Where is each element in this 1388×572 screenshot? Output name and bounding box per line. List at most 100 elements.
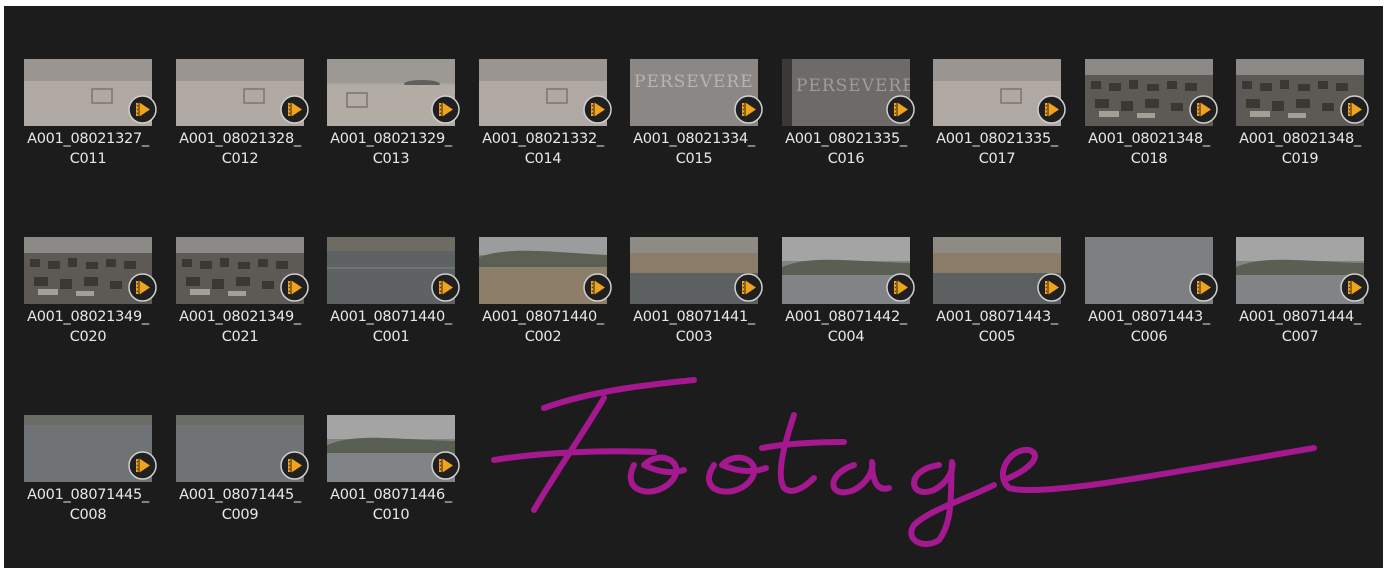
video-play-icon — [280, 95, 309, 124]
file-name-line1: A001_08021328_ — [179, 131, 301, 147]
file-name-line1: A001_08071441_ — [633, 309, 755, 325]
file-name-line2: C009 — [221, 507, 259, 523]
file-name-line1: A001_08021334_ — [633, 131, 755, 147]
file-name-label: A001_08021349_ C021 — [164, 307, 316, 347]
file-name-line2: C011 — [69, 151, 107, 167]
file-name-line2: C021 — [221, 329, 259, 345]
video-play-icon — [886, 95, 915, 124]
video-play-icon — [431, 95, 460, 124]
file-name-line2: C017 — [978, 151, 1016, 167]
file-name-line2: C013 — [372, 151, 410, 167]
file-name-label: A001_08021327_ C011 — [12, 129, 164, 169]
file-name-line1: A001_08021335_ — [936, 131, 1058, 147]
file-name-line2: C020 — [69, 329, 107, 345]
file-name-line2: C005 — [978, 329, 1016, 345]
file-item[interactable]: A001_08071445_ C009 — [176, 415, 309, 525]
svg-text:PERSEVERE: PERSEVERE — [634, 72, 754, 92]
file-item[interactable]: A001_08071441_ C003 — [630, 237, 763, 347]
file-item[interactable]: A001_08021329_ C013 — [327, 59, 460, 169]
video-play-icon — [128, 451, 157, 480]
video-play-icon — [734, 95, 763, 124]
video-play-icon — [128, 273, 157, 302]
file-item[interactable]: A001_08021348_ C019 — [1236, 59, 1369, 169]
file-item[interactable]: A001_08071446_ C010 — [327, 415, 460, 525]
file-name-line1: A001_08021349_ — [179, 309, 301, 325]
file-name-line1: A001_08071440_ — [330, 309, 452, 325]
video-play-icon — [1340, 95, 1369, 124]
file-item[interactable]: A001_08021332_ C014 — [479, 59, 612, 169]
file-name-line2: C003 — [675, 329, 713, 345]
file-name-line1: A001_08021348_ — [1088, 131, 1210, 147]
file-name-line2: C010 — [372, 507, 410, 523]
file-name-label: A001_08071442_ C004 — [770, 307, 922, 347]
file-item[interactable]: A001_08071444_ C007 — [1236, 237, 1369, 347]
file-item[interactable]: A001_08021349_ C021 — [176, 237, 309, 347]
file-name-line1: A001_08021327_ — [27, 131, 149, 147]
file-name-label: A001_08021335_ C016 — [770, 129, 922, 169]
file-item[interactable]: A001_08071440_ C002 — [479, 237, 612, 347]
video-play-icon — [583, 95, 612, 124]
file-item[interactable]: PERSEVERE A001_08021335_ C016 — [782, 59, 915, 169]
file-item[interactable]: A001_08021328_ C012 — [176, 59, 309, 169]
file-name-line2: C008 — [69, 507, 107, 523]
file-name-label: A001_08071440_ C001 — [315, 307, 467, 347]
video-play-icon — [583, 273, 612, 302]
file-name-line1: A001_08021329_ — [330, 131, 452, 147]
file-name-line2: C001 — [372, 329, 410, 345]
video-play-icon — [280, 451, 309, 480]
file-name-label: A001_08021335_ C017 — [921, 129, 1073, 169]
file-item[interactable]: A001_08071443_ C005 — [933, 237, 1066, 347]
file-name-label: A001_08071443_ C006 — [1073, 307, 1225, 347]
file-name-line1: A001_08021349_ — [27, 309, 149, 325]
file-name-line1: A001_08071446_ — [330, 487, 452, 503]
file-item[interactable]: A001_08071442_ C004 — [782, 237, 915, 347]
file-name-label: A001_08071440_ C002 — [467, 307, 619, 347]
file-name-line1: A001_08071443_ — [936, 309, 1058, 325]
video-play-icon — [1189, 95, 1218, 124]
file-name-line2: C019 — [1281, 151, 1319, 167]
file-item[interactable]: A001_08021349_ C020 — [24, 237, 157, 347]
signature-handwriting — [491, 377, 1317, 547]
file-item[interactable]: A001_08071440_ C001 — [327, 237, 460, 347]
file-name-line1: A001_08071443_ — [1088, 309, 1210, 325]
video-play-icon — [431, 273, 460, 302]
video-play-icon — [886, 273, 915, 302]
file-item[interactable]: PERSEVERE A001_08021334_ C015 — [630, 59, 763, 169]
file-name-label: A001_08021348_ C018 — [1073, 129, 1225, 169]
file-name-label: A001_08071444_ C007 — [1224, 307, 1376, 347]
video-play-icon — [431, 451, 460, 480]
video-play-icon — [1189, 273, 1218, 302]
file-item[interactable]: A001_08071445_ C008 — [24, 415, 157, 525]
file-name-line2: C014 — [524, 151, 562, 167]
file-name-line1: A001_08071444_ — [1239, 309, 1361, 325]
file-name-line2: C018 — [1130, 151, 1168, 167]
file-item[interactable]: A001_08021335_ C017 — [933, 59, 1066, 169]
video-play-icon — [734, 273, 763, 302]
file-item[interactable]: A001_08021327_ C011 — [24, 59, 157, 169]
file-name-line2: C016 — [827, 151, 865, 167]
file-name-label: A001_08021334_ C015 — [618, 129, 770, 169]
file-name-label: A001_08071445_ C009 — [164, 485, 316, 525]
file-name-line1: A001_08021332_ — [482, 131, 604, 147]
file-name-label: A001_08021348_ C019 — [1224, 129, 1376, 169]
file-name-label: A001_08071441_ C003 — [618, 307, 770, 347]
file-name-line2: C015 — [675, 151, 713, 167]
file-name-line2: C002 — [524, 329, 562, 345]
file-name-label: A001_08021332_ C014 — [467, 129, 619, 169]
file-item[interactable]: A001_08021348_ C018 — [1085, 59, 1218, 169]
file-name-label: A001_08021329_ C013 — [315, 129, 467, 169]
file-item[interactable]: A001_08071443_ C006 — [1085, 237, 1218, 347]
file-name-label: A001_08021328_ C012 — [164, 129, 316, 169]
file-name-label: A001_08021349_ C020 — [12, 307, 164, 347]
video-play-icon — [280, 273, 309, 302]
video-play-icon — [128, 95, 157, 124]
video-play-icon — [1037, 95, 1066, 124]
file-name-label: A001_08071445_ C008 — [12, 485, 164, 525]
file-name-line1: A001_08071445_ — [179, 487, 301, 503]
file-name-line1: A001_08071445_ — [27, 487, 149, 503]
file-name-line2: C007 — [1281, 329, 1319, 345]
file-name-line1: A001_08021335_ — [785, 131, 907, 147]
file-name-line2: C012 — [221, 151, 259, 167]
file-name-line1: A001_08021348_ — [1239, 131, 1361, 147]
svg-text:PERSEVERE: PERSEVERE — [796, 76, 910, 96]
